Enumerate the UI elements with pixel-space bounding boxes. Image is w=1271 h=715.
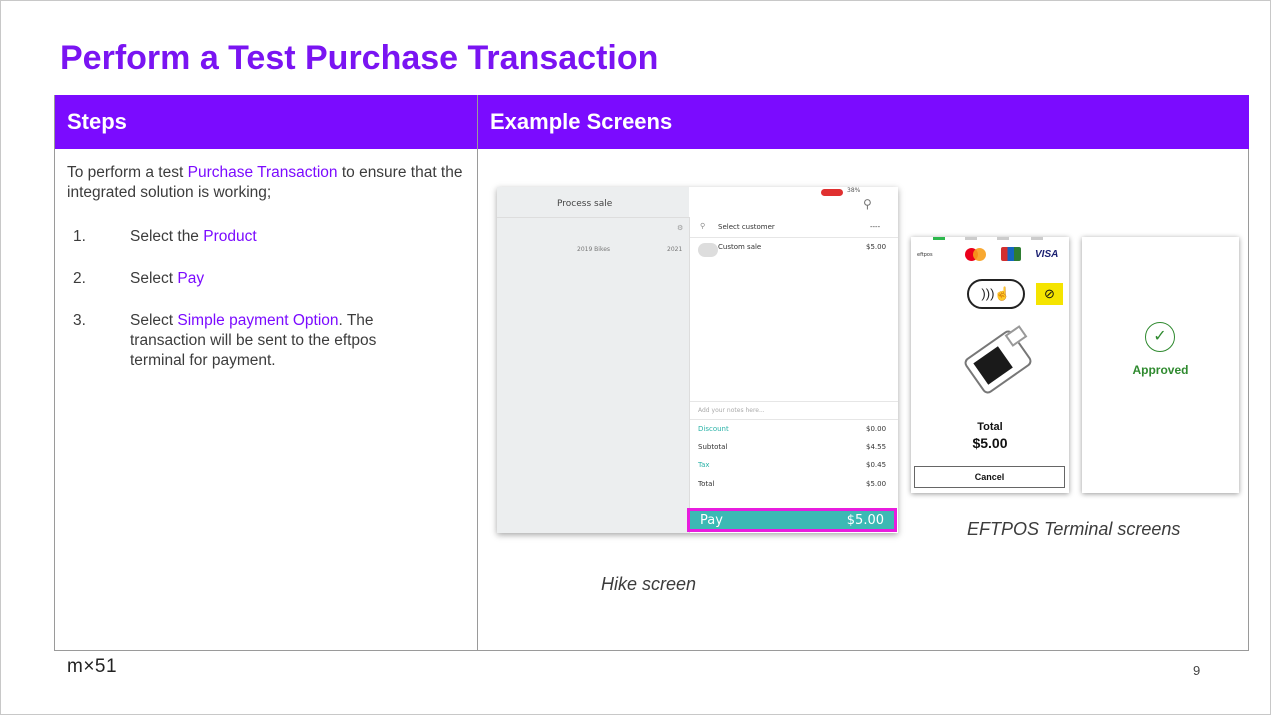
status-indicator <box>965 237 977 240</box>
step-pre: Select the <box>130 228 204 245</box>
battery-status: 38% <box>847 187 861 194</box>
select-customer: Select customer <box>718 223 775 231</box>
slide: Perform a Test Purchase Transaction Step… <box>0 0 1271 715</box>
hike-header: Process sale <box>557 199 613 209</box>
slide-title: Perform a Test Purchase Transaction <box>60 39 659 77</box>
hike-cart-pane: ⚲ Select customer ---- Custom sale $5.00… <box>689 217 898 533</box>
pay-label: Pay <box>700 513 723 528</box>
unionpay-icon <box>1001 247 1021 261</box>
eftpos-logo: eftpos <box>917 252 933 258</box>
no-view-icon: ⊘ <box>1036 283 1063 305</box>
pay-button: Pay $5.00 <box>687 508 897 532</box>
step-number: 3. <box>73 312 86 329</box>
notes-separator <box>690 401 898 402</box>
step-text: Select Simple payment Option. The transa… <box>130 311 430 371</box>
custom-sale-label: Custom sale <box>718 243 762 251</box>
step-number: 2. <box>73 270 86 287</box>
totals-separator <box>690 419 898 420</box>
total-label: Total <box>698 480 715 488</box>
terminal-caption: EFTPOS Terminal screens <box>967 519 1181 539</box>
hike-screen-image: Process sale ⚲ ⚙ 2019 Bikes 2021 ⚲ Selec… <box>497 187 898 533</box>
hike-left-row-year: 2021 <box>667 246 683 253</box>
step-highlight: Pay <box>177 270 205 287</box>
contactless-icon: )))☝ <box>967 279 1025 309</box>
visa-logo: VISA <box>1035 249 1059 260</box>
settings-icon: ⚙ <box>677 224 684 232</box>
discount-label: Discount <box>698 425 729 433</box>
discount-value: $0.00 <box>866 425 887 433</box>
intro-pre: To perform a test <box>67 164 188 181</box>
hike-left-pane <box>497 187 689 533</box>
item-thumbnail <box>698 243 718 257</box>
status-pill <box>821 189 843 196</box>
terminal-approved-screen: ✓ Approved <box>1082 237 1239 493</box>
intro-highlight: Purchase Transaction <box>187 164 338 181</box>
notes-input: Add your notes here... <box>698 407 765 414</box>
total-amount: $5.00 <box>972 435 1008 451</box>
subtotal-label: Subtotal <box>698 443 728 451</box>
step-pre: Select <box>130 312 178 329</box>
custom-sale-amount: $5.00 <box>866 243 887 251</box>
mastercard-icon <box>973 248 986 261</box>
cart-separator <box>690 237 898 238</box>
approved-label: Approved <box>1132 363 1189 377</box>
step-number: 1. <box>73 228 86 245</box>
page-number: 9 <box>1193 663 1201 678</box>
example-screens-header: Example Screens <box>478 95 1249 149</box>
tax-label: Tax <box>698 461 710 469</box>
company-logo: m×51 <box>67 656 118 677</box>
status-indicator <box>1031 237 1043 240</box>
hike-caption: Hike screen <box>601 574 697 594</box>
steps-header: Steps <box>55 95 477 149</box>
terminal-payment-screen: eftpos VISA )))☝ ⊘ Total $5.00 Cancel <box>911 237 1069 493</box>
step-pre: Select <box>130 270 178 287</box>
step-highlight: Product <box>203 228 257 245</box>
step-text: Select the Product <box>130 227 430 247</box>
cancel-button: Cancel <box>914 466 1065 488</box>
check-circle-icon: ✓ <box>1145 322 1175 352</box>
intro-text: To perform a test Purchase Transaction t… <box>67 163 467 203</box>
column-divider <box>477 95 478 651</box>
customer-icon: ⚲ <box>700 222 706 230</box>
total-label: Total <box>977 421 1003 433</box>
card-logos: eftpos VISA <box>917 247 1067 267</box>
total-value: $5.00 <box>866 480 887 488</box>
more-dots: ---- <box>870 223 881 231</box>
step-highlight: Simple payment Option <box>177 312 339 329</box>
tax-value: $0.45 <box>866 461 887 469</box>
pay-amount: $5.00 <box>846 513 884 528</box>
step-text: Select Pay <box>130 269 430 289</box>
subtotal-value: $4.55 <box>866 443 887 451</box>
status-indicator-green <box>933 237 945 240</box>
hike-left-row-product: 2019 Bikes <box>577 246 611 253</box>
status-indicator <box>997 237 1009 240</box>
search-icon: ⚲ <box>863 197 872 211</box>
